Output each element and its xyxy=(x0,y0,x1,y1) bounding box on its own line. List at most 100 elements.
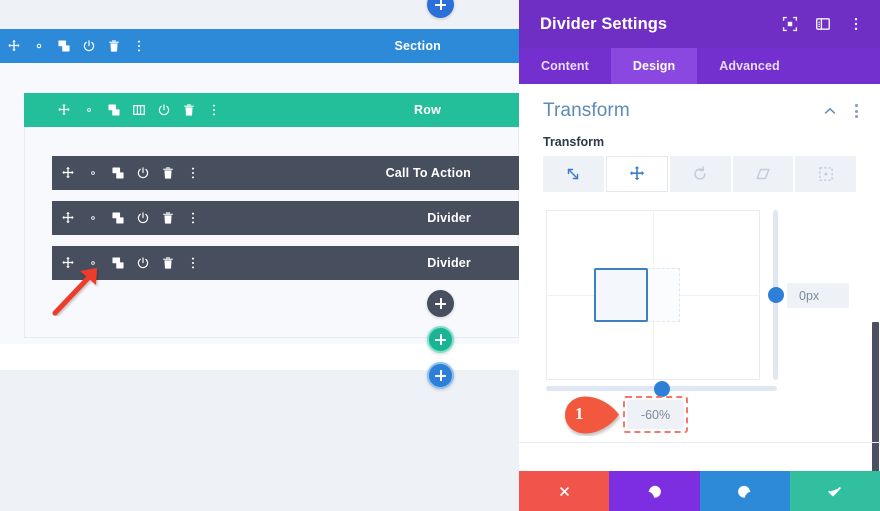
annotation-arrow-icon xyxy=(52,268,110,316)
kebab-icon[interactable] xyxy=(132,39,146,53)
rotate-tab[interactable] xyxy=(670,156,731,192)
move-icon[interactable] xyxy=(7,39,21,53)
move-icon[interactable] xyxy=(57,103,71,117)
horizontal-translate-slider[interactable] xyxy=(546,380,777,397)
module-label: Divider xyxy=(427,211,471,225)
row-toolbar-icons xyxy=(24,103,221,117)
kebab-icon[interactable] xyxy=(186,211,200,225)
gear-icon[interactable] xyxy=(86,211,100,225)
annotation-marker: 1 xyxy=(561,394,623,436)
add-section-button[interactable] xyxy=(427,362,454,389)
power-icon[interactable] xyxy=(136,211,150,225)
duplicate-icon[interactable] xyxy=(111,256,125,270)
row-label: Row xyxy=(414,103,441,117)
canvas-bottom-area xyxy=(0,370,519,511)
kebab-icon[interactable] xyxy=(186,256,200,270)
power-icon[interactable] xyxy=(136,256,150,270)
trash-icon[interactable] xyxy=(107,39,121,53)
vertical-slider-handle[interactable] xyxy=(767,287,784,303)
panel-scrollbar-thumb[interactable] xyxy=(872,322,879,483)
close-icon xyxy=(559,486,569,496)
check-icon xyxy=(828,486,842,496)
panel-title: Divider Settings xyxy=(540,14,668,33)
row-toolbar[interactable]: Row xyxy=(24,93,519,127)
transform-field-label: Transform xyxy=(543,135,605,149)
kebab-icon[interactable] xyxy=(848,16,864,32)
trash-icon[interactable] xyxy=(161,211,175,225)
redo-icon xyxy=(738,485,751,498)
plus-icon xyxy=(435,0,446,10)
section-label: Section xyxy=(394,39,441,53)
plus-icon xyxy=(435,334,446,345)
skew-tab[interactable] xyxy=(732,156,794,192)
module-toolbar-divider-1[interactable]: Divider xyxy=(52,201,519,235)
module-toolbar-call-to-action[interactable]: Call To Action xyxy=(52,156,519,190)
origin-tab[interactable] xyxy=(795,156,856,192)
module-toolbar-icons xyxy=(52,166,200,180)
tab-design[interactable]: Design xyxy=(610,48,698,84)
panel-body: Transform Transform 0px -60% 1 xyxy=(519,84,880,483)
app-screen: Section Row Call To Action Divider Divid… xyxy=(0,0,880,511)
section-toolbar[interactable]: Section xyxy=(0,29,519,63)
module-label: Call To Action xyxy=(385,166,471,180)
transform-preview: 0px -60% 1 xyxy=(519,204,880,434)
kebab-icon[interactable] xyxy=(186,166,200,180)
gear-icon[interactable] xyxy=(32,39,46,53)
panel-footer xyxy=(519,471,880,511)
panel-footer-divider xyxy=(519,442,880,443)
columns-icon[interactable] xyxy=(132,103,146,117)
tab-advanced[interactable]: Advanced xyxy=(697,48,802,84)
vertical-translate-slider[interactable] xyxy=(767,210,784,380)
horizontal-slider-handle[interactable] xyxy=(654,380,670,397)
vertical-translate-value[interactable]: 0px xyxy=(787,283,849,308)
redo-button[interactable] xyxy=(699,471,790,511)
trash-icon[interactable] xyxy=(161,166,175,180)
section-toolbar-icons xyxy=(0,39,146,53)
translate-tab[interactable] xyxy=(605,156,669,192)
panel-header-actions xyxy=(782,16,864,32)
layout-icon[interactable] xyxy=(815,16,831,32)
add-row-button[interactable] xyxy=(427,326,454,353)
duplicate-icon[interactable] xyxy=(107,103,121,117)
kebab-icon[interactable] xyxy=(207,103,221,117)
duplicate-icon[interactable] xyxy=(57,39,71,53)
duplicate-icon[interactable] xyxy=(111,166,125,180)
fullscreen-icon[interactable] xyxy=(782,16,798,32)
page-builder-canvas: Section Row Call To Action Divider Divid… xyxy=(0,0,519,511)
gear-icon[interactable] xyxy=(86,166,100,180)
trash-icon[interactable] xyxy=(182,103,196,117)
cancel-button[interactable] xyxy=(519,471,610,511)
plus-icon xyxy=(435,298,446,309)
add-module-button[interactable] xyxy=(427,290,454,317)
transform-toggle-header[interactable]: Transform xyxy=(519,84,880,122)
module-toolbar-divider-2[interactable]: Divider xyxy=(52,246,519,280)
undo-button[interactable] xyxy=(609,471,700,511)
transform-mode-tabs xyxy=(543,156,856,192)
power-icon[interactable] xyxy=(157,103,171,117)
save-button[interactable] xyxy=(789,471,880,511)
power-icon[interactable] xyxy=(82,39,96,53)
divider-settings-panel: Divider Settings Content Design Advanced… xyxy=(519,0,880,511)
kebab-icon[interactable] xyxy=(851,102,862,120)
gear-icon[interactable] xyxy=(82,103,96,117)
duplicate-icon[interactable] xyxy=(111,211,125,225)
transform-grid[interactable] xyxy=(546,210,760,380)
transform-toggle-title: Transform xyxy=(543,100,630,121)
transform-toggle-controls xyxy=(823,102,862,120)
trash-icon[interactable] xyxy=(161,256,175,270)
panel-header: Divider Settings xyxy=(519,0,880,48)
move-icon[interactable] xyxy=(61,211,75,225)
chevron-up-icon[interactable] xyxy=(823,104,837,118)
power-icon[interactable] xyxy=(136,166,150,180)
annotation-highlight-box xyxy=(623,396,688,433)
transform-element-box[interactable] xyxy=(594,268,648,322)
plus-icon xyxy=(435,370,446,381)
module-label: Divider xyxy=(427,256,471,270)
undo-icon xyxy=(648,485,661,498)
tab-content[interactable]: Content xyxy=(519,48,611,84)
move-icon[interactable] xyxy=(61,166,75,180)
scale-tab[interactable] xyxy=(543,156,604,192)
annotation-number: 1 xyxy=(575,404,584,423)
panel-tabs: Content Design Advanced xyxy=(519,48,880,84)
module-toolbar-icons xyxy=(52,211,200,225)
